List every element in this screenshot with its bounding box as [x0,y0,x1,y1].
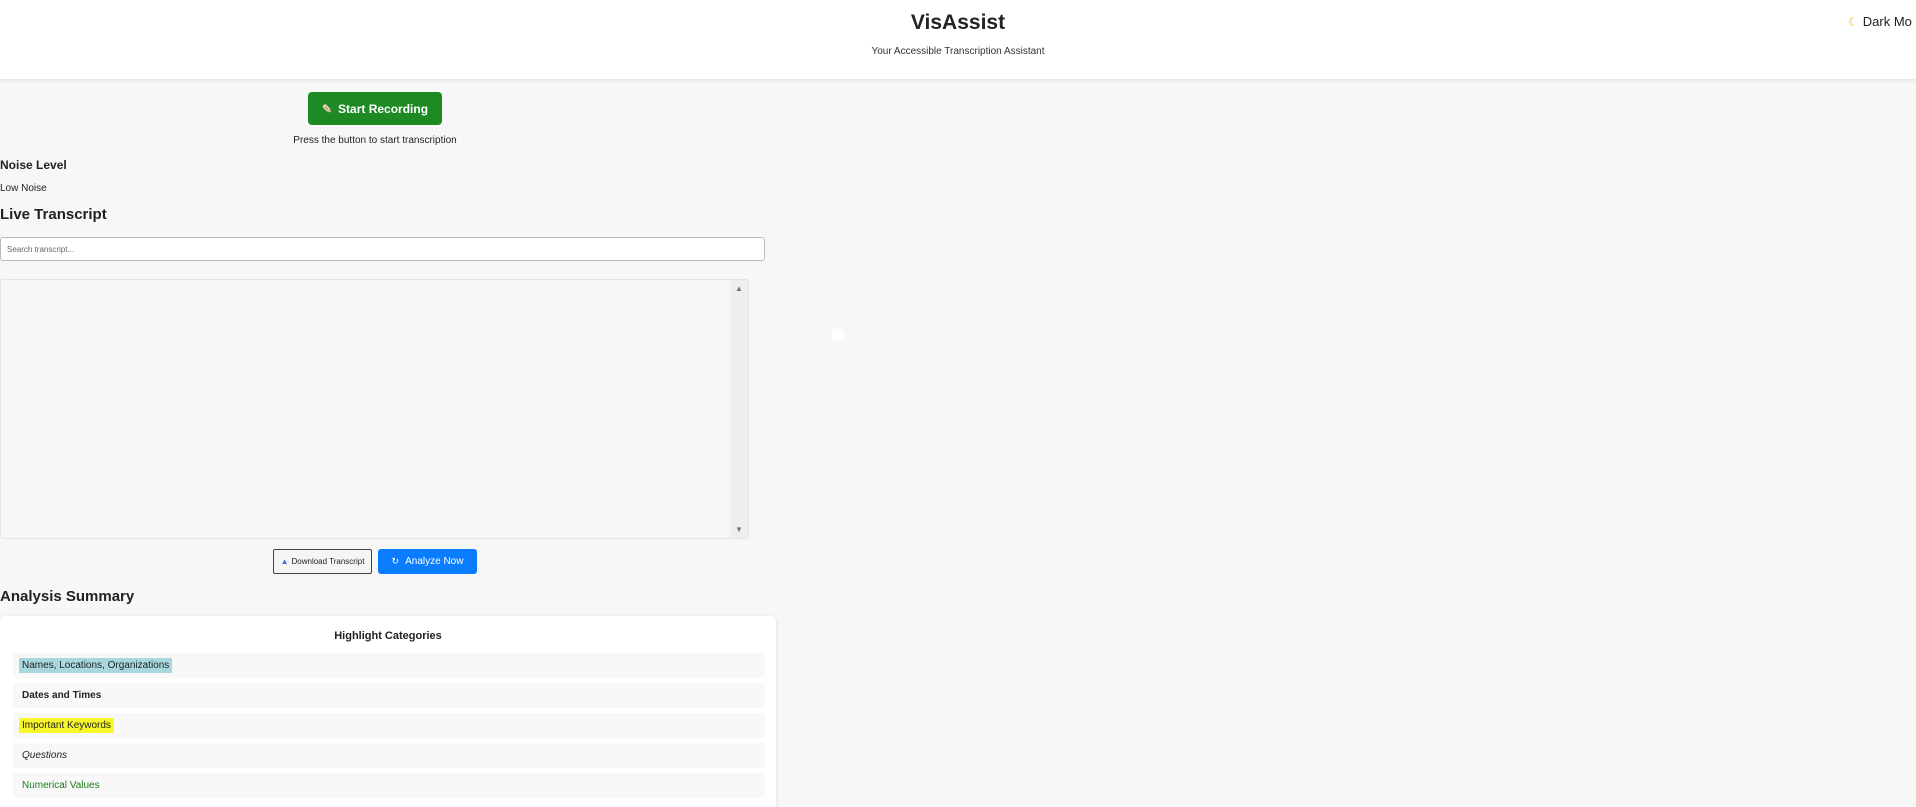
category-row-dates: Dates and Times [13,683,765,708]
analyze-now-label: Analyze Now [405,556,464,567]
scroll-down-icon[interactable]: ▼ [735,525,743,534]
decorative-dot [831,328,844,341]
category-label: Numerical Values [22,780,100,791]
recording-hint: Press the button to start transcription [293,135,457,146]
app-header: VisAssist Your Accessible Transcription … [0,0,1916,79]
category-row-keywords: Important Keywords [13,713,765,738]
live-transcript-title: Live Transcript [0,206,107,223]
category-label: Dates and Times [22,690,102,701]
moon-icon: ☾ [1848,15,1859,29]
analysis-summary-title: Analysis Summary [0,588,135,605]
category-row-numbers: Numerical Values [13,773,765,798]
refresh-icon: ↻ [391,556,400,566]
transcript-scrollbar[interactable]: ▲ ▼ [730,280,748,538]
category-row-names: Names, Locations, Organizations [13,653,765,678]
highlight-categories-title: Highlight Categories [334,630,442,642]
noise-level-value: Low Noise [0,183,47,194]
app-subtitle: Your Accessible Transcription Assistant [871,46,1045,57]
start-recording-label: Start Recording [338,101,429,116]
noise-level-title: Noise Level [0,158,67,172]
transcript-search-input[interactable] [0,237,765,261]
dark-mode-toggle[interactable]: ☾ Dark Mo [1848,14,1912,29]
scroll-up-icon[interactable]: ▲ [735,284,743,293]
category-row-questions: Questions [13,743,765,768]
dark-mode-label: Dark Mo [1862,14,1912,29]
app-title: VisAssist [910,11,1006,34]
download-transcript-button[interactable]: ▲ Download Transcript [273,549,372,574]
download-transcript-label: Download Transcript [291,557,365,566]
download-icon: ▲ [280,557,289,566]
analyze-now-button[interactable]: ↻ Analyze Now [378,549,477,574]
category-label: Names, Locations, Organizations [19,658,173,673]
microphone-icon: ✎ [321,101,333,116]
transcript-area[interactable]: ▲ ▼ [0,279,749,539]
start-recording-button[interactable]: ✎ Start Recording [308,92,442,125]
highlight-categories-card: Highlight Categories Names, Locations, O… [0,616,776,807]
category-label: Questions [22,750,68,761]
category-label: Important Keywords [19,718,114,733]
